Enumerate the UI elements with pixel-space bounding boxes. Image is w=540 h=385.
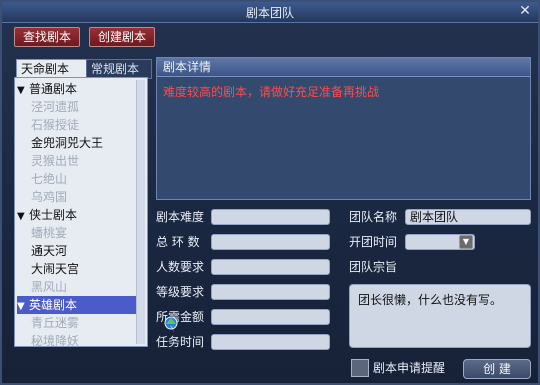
tree-item-label: 金兜洞兕大王 (31, 136, 104, 150)
tree-item-label: 灵猴出世 (31, 154, 80, 168)
find-script-tab[interactable]: 查找剧本 (14, 27, 81, 47)
tree-item[interactable]: 乌鸡国 (17, 188, 145, 206)
tree-category-label: 普通剧本 (29, 82, 78, 96)
people-field (211, 259, 330, 275)
money-field (211, 309, 330, 325)
tree-item[interactable]: 蟠桃宴 (17, 224, 145, 242)
tree-item[interactable]: 秘境降妖 (17, 332, 145, 350)
detail-header: 剧本详情 (157, 58, 530, 77)
tree-item[interactable]: 七绝山 (17, 170, 145, 188)
create-button[interactable]: 创 建 (463, 359, 531, 379)
tree-item-label: 青丘迷雾 (31, 316, 80, 330)
tree-item-label: 黑风山 (31, 280, 68, 294)
time-field (211, 334, 330, 350)
time-label: 任务时间 (156, 335, 205, 349)
tree-category[interactable]: ▼ 英雄剧本 (17, 296, 145, 314)
tree-item-label: 泾河遗孤 (31, 100, 80, 114)
tree-item[interactable]: 青丘迷雾 (17, 314, 145, 332)
remind-checkbox[interactable] (351, 359, 369, 377)
rings-field (211, 234, 330, 250)
tree-item[interactable]: 灵猴出世 (17, 152, 145, 170)
tree-item-label: 石猴授徒 (31, 118, 80, 132)
open-time-label: 开团时间 (349, 235, 398, 249)
motto-text[interactable]: 团长很懒，什么也没有写。 (349, 284, 531, 348)
team-name-input[interactable]: 剧本团队 (405, 209, 531, 225)
cursor-icon (164, 316, 178, 332)
people-label: 人数要求 (156, 260, 205, 274)
tree-item[interactable]: 黑风山 (17, 278, 145, 296)
title-bar[interactable]: 剧本团队 ✕ (2, 2, 538, 23)
detail-text: 难度较高的剧本，请做好充足准备再挑战 (163, 85, 380, 99)
remind-label: 剧本申请提醒 (373, 361, 446, 375)
level-field (211, 284, 330, 300)
tree-category[interactable]: ▼ 侠士剧本 (17, 206, 145, 224)
tree-category[interactable]: ▼ 普通剧本 (17, 80, 145, 98)
team-name-label: 团队名称 (349, 210, 398, 224)
tree-item[interactable]: 通天河 (17, 242, 145, 260)
motto-label: 团队宗旨 (349, 260, 398, 274)
window-title: 剧本团队 (245, 6, 294, 20)
difficulty-field (211, 209, 330, 225)
tree-category-label: 侠士剧本 (29, 208, 78, 222)
tree-item-label: 七绝山 (31, 172, 68, 186)
tree-item[interactable]: 石猴授徒 (17, 116, 145, 134)
close-icon[interactable]: ✕ (518, 4, 532, 18)
script-list-panel: 天命剧本 常规剧本 ▼ 普通剧本 泾河遗孤 石猴授徒 金兜洞兕大王 灵猴出世 七绝山 乌鸡国 ▼… (14, 59, 152, 350)
tree-item-label: 大闹天宫 (31, 262, 80, 276)
script-tree: ▼ 普通剧本泾河遗孤石猴授徒金兜洞兕大王 灵猴出世七绝山乌鸡国 ▼ 侠士剧本蟠桃宴通天河… (14, 77, 148, 350)
difficulty-label: 剧本难度 (156, 210, 205, 224)
tree-item[interactable]: 大闹天宫 (17, 260, 145, 278)
tab-destiny-scripts[interactable]: 天命剧本 (16, 59, 90, 78)
tree-item-label: 秘境降妖 (31, 334, 80, 348)
chevron-down-icon[interactable]: ▼ (459, 235, 473, 249)
level-label: 等级要求 (156, 285, 205, 299)
tree-item[interactable]: 泾河遗孤 (17, 98, 145, 116)
tree-category-label: 英雄剧本 (29, 298, 78, 312)
tree-item-label: 通天河 (31, 244, 68, 258)
window: 剧本团队 ✕ 查找剧本 创建剧本 天命剧本 常规剧本 ▼ 普通剧本 泾河遗孤 石猴授徒… (0, 0, 540, 385)
script-detail-panel: 剧本详情 难度较高的剧本，请做好充足准备再挑战 (156, 57, 531, 200)
tree-item[interactable]: 金兜洞兕大王 (17, 134, 145, 152)
tree-item-label: 乌鸡国 (31, 190, 68, 204)
tab-regular-scripts[interactable]: 常规剧本 (86, 59, 152, 79)
tree-item-label: 蟠桃宴 (31, 226, 68, 240)
scrollbar[interactable] (136, 80, 145, 344)
create-script-tab[interactable]: 创建剧本 (89, 27, 156, 47)
rings-label: 总 环 数 (156, 235, 200, 249)
